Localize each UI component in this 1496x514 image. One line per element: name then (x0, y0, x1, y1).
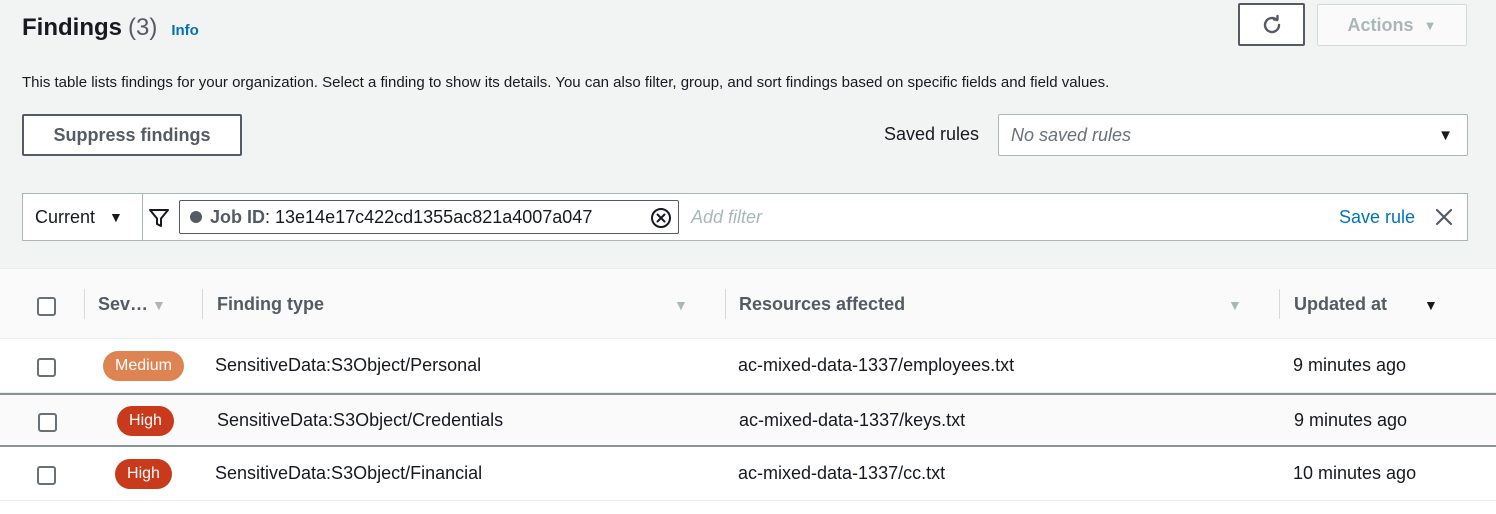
row-checkbox[interactable] (37, 358, 56, 377)
table-header: Sev… ▼ Finding type ▼ Resources affected… (0, 269, 1496, 339)
resource-cell: ac-mixed-data-1337/keys.txt (739, 410, 966, 430)
severity-badge: Medium (103, 351, 184, 381)
scope-dropdown[interactable]: Current ▼ (23, 194, 143, 240)
saved-rules-label: Saved rules (884, 124, 980, 144)
updated-cell: 9 minutes ago (1293, 355, 1407, 375)
add-filter-input[interactable]: Add filter (691, 207, 762, 228)
actions-label: Actions (1347, 14, 1414, 35)
save-rule-link[interactable]: Save rule (1339, 207, 1415, 228)
row-checkbox[interactable] (37, 466, 56, 485)
row-checkbox[interactable] (38, 413, 57, 432)
token-dot-icon (190, 211, 202, 223)
column-divider (725, 289, 726, 319)
column-divider (1279, 289, 1280, 319)
resource-cell: ac-mixed-data-1337/employees.txt (738, 355, 1015, 375)
resource-cell: ac-mixed-data-1337/cc.txt (738, 463, 946, 483)
page-title: Findings (3) Info (22, 14, 199, 42)
sort-caret-icon[interactable]: ▼ (674, 297, 688, 313)
column-divider (84, 289, 85, 319)
severity-badge: High (117, 406, 174, 436)
info-link[interactable]: Info (171, 22, 199, 39)
token-key: Job ID (210, 206, 266, 227)
close-icon[interactable] (1433, 206, 1455, 228)
column-resources-affected[interactable]: Resources affected (739, 294, 905, 315)
sort-descending-icon[interactable]: ▼ (1424, 297, 1438, 313)
severity-badge: High (115, 459, 172, 489)
column-divider (202, 289, 203, 319)
select-all-checkbox[interactable] (37, 297, 56, 316)
caret-down-icon: ▼ (1423, 17, 1437, 33)
refresh-icon (1263, 14, 1280, 33)
updated-cell: 9 minutes ago (1294, 410, 1408, 430)
updated-cell: 10 minutes ago (1293, 463, 1417, 483)
suppress-findings-button[interactable]: Suppress findings (22, 114, 242, 156)
sort-caret-icon[interactable]: ▼ (152, 297, 166, 313)
remove-token-icon[interactable] (650, 207, 672, 229)
saved-rules-value: No saved rules (1011, 124, 1132, 145)
findings-count: (3) (127, 14, 158, 41)
table-row[interactable]: High SensitiveData:S3Object/Credentials … (0, 393, 1496, 447)
filter-token[interactable]: Job ID: 13e14e17c422cd1355ac821a4007a047 (179, 200, 679, 234)
scope-value: Current (35, 206, 96, 227)
finding-type-cell: SensitiveData:S3Object/Personal (215, 355, 482, 375)
finding-type-cell: SensitiveData:S3Object/Credentials (217, 410, 504, 430)
page-description: This table lists findings for your organ… (22, 74, 1110, 91)
findings-table: Sev… ▼ Finding type ▼ Resources affected… (0, 268, 1496, 514)
title-text: Findings (22, 14, 122, 41)
table-row[interactable]: Medium SensitiveData:S3Object/Personal a… (0, 339, 1496, 393)
refresh-button[interactable] (1238, 3, 1305, 46)
caret-down-icon: ▼ (109, 209, 123, 225)
caret-down-icon: ▼ (1438, 126, 1453, 144)
column-updated-at[interactable]: Updated at (1294, 294, 1387, 315)
finding-type-cell: SensitiveData:S3Object/Financial (215, 463, 483, 483)
column-severity[interactable]: Sev… (98, 294, 148, 315)
column-finding-type[interactable]: Finding type (217, 294, 324, 315)
token-value: : 13e14e17c422cd1355ac821a4007a047 (265, 206, 593, 227)
sort-caret-icon[interactable]: ▼ (1228, 297, 1242, 313)
filter-bar: Current ▼ Job ID: 13e14e17c422cd1355ac82… (22, 193, 1468, 241)
filter-icon (149, 209, 169, 227)
actions-button[interactable]: Actions ▼ (1317, 4, 1467, 46)
saved-rules-select[interactable]: No saved rules ▼ (998, 114, 1468, 156)
table-row[interactable]: High SensitiveData:S3Object/Financial ac… (0, 447, 1496, 501)
